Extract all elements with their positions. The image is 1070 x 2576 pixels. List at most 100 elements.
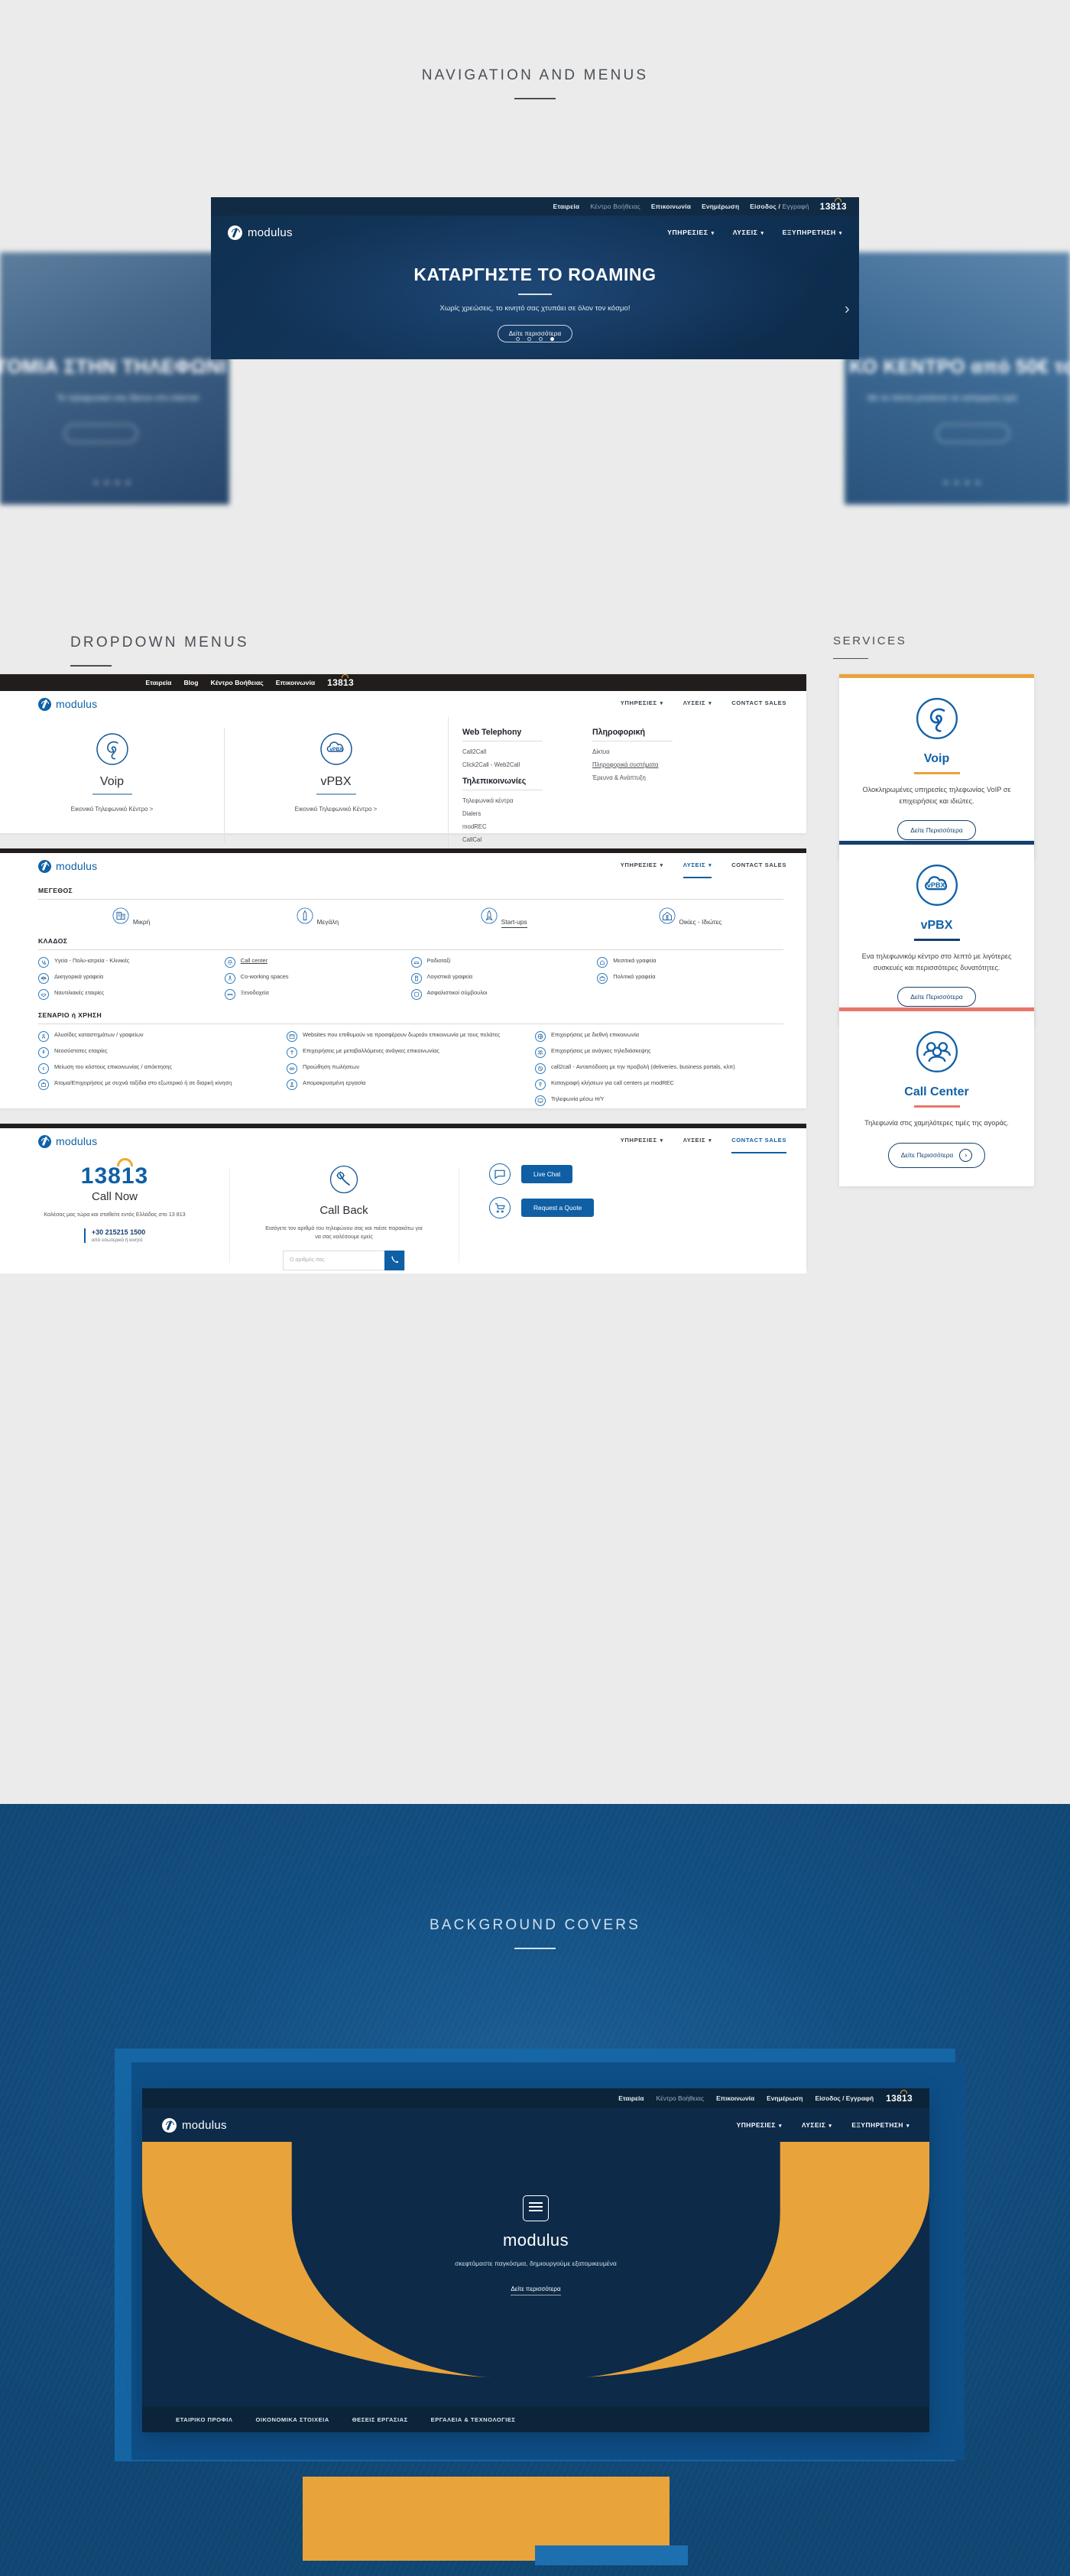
scenario-item[interactable]: € Μείωση του κόστους επικοινωνίας / απόκτ… (38, 1063, 277, 1074)
topbar-phone-number[interactable]: 13813 (886, 2090, 913, 2104)
topbar-link-company[interactable]: Εταιρεία (145, 679, 171, 686)
carousel-dots[interactable] (211, 337, 859, 341)
topbar-link-blog[interactable]: Blog (183, 679, 198, 686)
sector-item[interactable]: Μεσιτικά γραφεία (597, 957, 774, 968)
nav-item-services[interactable]: ΥΠΗΡΕΣΙΕΣ ▾ (621, 861, 663, 871)
footer-link-careers[interactable]: ΘΕΣΕΙΣ ΕΡΓΑΣΙΑΣ (352, 2416, 408, 2423)
service-card-vpbx[interactable]: vPBX vPBX Ενα τηλεφωνικόμ κέντρο στο λεπ… (839, 841, 1034, 1026)
logo[interactable]: modulus (228, 225, 293, 240)
slide-cta-button[interactable] (936, 424, 1010, 443)
topbar-link-help-center[interactable]: Κέντρο Βοήθειας (211, 679, 264, 686)
logo[interactable]: modulus (162, 2117, 227, 2133)
dropdown-card-voip[interactable]: Voip Εικονικό Τηλεφωνικό Κέντρο > (0, 717, 224, 850)
call-back-form[interactable]: Ο αριθμός σας (283, 1250, 405, 1270)
footer-link-financials[interactable]: ΟΙΚΟΝΟΜΙΚΑ ΣΤΟΙΧΕΙΑ (255, 2416, 329, 2423)
dropdown-link[interactable]: modREC (462, 823, 592, 830)
card-cta-button[interactable]: Δείτε Περισσότερα › (887, 1142, 986, 1168)
dropdown-link[interactable]: Δίκτυα (592, 748, 722, 755)
topbar-phone-number[interactable]: 13813 (820, 198, 847, 212)
scenario-item[interactable]: Προώθηση πωλήσεων (287, 1063, 526, 1074)
carousel-dots[interactable] (944, 481, 980, 485)
nav-item-services[interactable]: ΥΠΗΡΕΣΙΕΣ ▾ (667, 229, 715, 236)
nav-item-solutions[interactable]: ΛΥΣΕΙΣ ▾ (802, 2121, 832, 2129)
topbar-link-contact[interactable]: Επικοινωνία (716, 2094, 754, 2102)
scenario-item[interactable]: Καταγραφή κλήσεων για call centers με mo… (535, 1079, 774, 1090)
sector-item[interactable]: Ξενοδοχεία (224, 989, 402, 1000)
size-option-home[interactable]: Οικίες - Ιδιώτες (597, 907, 783, 928)
carousel-dot-active[interactable] (550, 337, 554, 341)
topbar-link-news[interactable]: Ενημέρωση (702, 203, 739, 210)
dropdown-link[interactable]: CallCal (462, 836, 592, 843)
nav-item-services[interactable]: ΥΠΗΡΕΣΙΕΣ ▾ (621, 699, 663, 709)
footer-link-tools[interactable]: ΕΡΓΑΛΕΙΑ & ΤΕΧΝΟΛΟΓΙΕΣ (431, 2416, 516, 2423)
dropdown-link[interactable]: Τηλεφωνικά κέντρα (462, 797, 592, 804)
scenario-item[interactable]: call2call - Αντaπόδοση με την προβολή (d… (535, 1063, 774, 1074)
dropdown-link[interactable]: Click2Call - Web2Call (462, 761, 592, 768)
topbar-link-login-register[interactable]: Είσοδος / Εγγραφή (815, 2094, 874, 2102)
topbar-link-news[interactable]: Ενημέρωση (767, 2094, 802, 2102)
call-now-phone[interactable]: 13813 (81, 1158, 148, 1189)
live-chat-action[interactable]: Live Chat (489, 1163, 806, 1185)
nav-item-solutions[interactable]: ΛΥΣΕΙΣ ▾ (683, 699, 712, 709)
dropdown-card-vpbx[interactable]: vPBX vPBX Εικονικό Τηλεφωνικό Κέντρο > (224, 717, 448, 850)
carousel-slide-next[interactable]: ΚΟ ΚΕΝΤΡΟ από 50€ το χρόνο Με τα πάντα μ… (845, 252, 1070, 504)
scenario-item[interactable]: Απομακρυσμένη εργασία (287, 1079, 526, 1090)
topbar-link-login-register[interactable]: Είσοδος / Εγγραφή (750, 203, 809, 210)
scenario-item[interactable]: Τηλεφωνία μέσω H/Y (535, 1095, 774, 1106)
carousel-dots[interactable] (94, 481, 130, 485)
nav-item-solutions[interactable]: ΛΥΣΕΙΣ ▾ (733, 229, 764, 236)
nav-item-contact-sales-active[interactable]: CONTACT SALES (731, 1137, 786, 1153)
sector-item[interactable]: Υγεία - Πολυ-ιατρεία - Κλινικές (38, 957, 216, 968)
sector-item[interactable]: Ασφαλιστικοί σύμβουλοι (410, 989, 588, 1000)
scenario-item[interactable]: Websites που επιθυμούν να προσφέρουν δωρ… (287, 1031, 526, 1042)
nav-item-solutions[interactable]: ΛΥΣΕΙΣ ▾ (683, 1137, 712, 1146)
nav-item-contact-sales[interactable]: CONTACT SALES (731, 861, 786, 871)
service-card-voip[interactable]: Voip Ολοκληρωμένες υπηρεσίες τηλεφωνίας … (839, 674, 1034, 859)
logo[interactable]: modulus (38, 1134, 97, 1148)
dropdown-link[interactable]: Dialers (462, 810, 592, 817)
nav-item-services[interactable]: ΥΠΗΡΕΣΙΕΣ ▾ (737, 2121, 782, 2129)
request-quote-action[interactable]: Request a Quote (489, 1197, 806, 1218)
call-now-alt-number[interactable]: +30 215215 1500 από εσωτερικό ή κινητό (83, 1228, 145, 1243)
nav-item-contact-sales[interactable]: CONTACT SALES (731, 699, 786, 709)
nav-item-solutions-active[interactable]: ΛΥΣΕΙΣ ▾ (683, 861, 712, 878)
carousel-dot[interactable] (527, 337, 531, 341)
phone-input[interactable]: Ο αριθμός σας (284, 1257, 384, 1263)
scenario-item[interactable]: Επιχειρήσεις με ανάγκες τηλεδιάσκεψης (535, 1047, 774, 1058)
card-cta-button[interactable]: Δείτε Περισσότερα (897, 820, 976, 841)
logo[interactable]: modulus (38, 697, 97, 711)
scenario-item[interactable]: Αλυσίδες καταστημάτων / γραφείων (38, 1031, 277, 1042)
nav-item-support[interactable]: ΕΞΥΠΗΡΕΤΗΣΗ ▾ (851, 2121, 909, 2129)
nav-item-services[interactable]: ΥΠΗΡΕΣΙΕΣ ▾ (621, 1137, 663, 1146)
topbar-phone-number[interactable]: 13813 (327, 674, 354, 688)
nav-item-support[interactable]: ΕΞΥΠΗΡΕΤΗΣΗ ▾ (783, 229, 842, 236)
dropdown-link[interactable]: Call2Call (462, 748, 592, 755)
scenario-item[interactable]: Επιχειρήσεις με μεταβαλλόμενες ανάγκες ε… (287, 1047, 526, 1058)
sector-item[interactable]: Δικηγορικά γραφεία (38, 973, 216, 984)
logo[interactable]: modulus (38, 859, 97, 873)
live-chat-button[interactable]: Live Chat (521, 1165, 573, 1183)
scenario-item[interactable]: Νεοσύστατες εταιρίες (38, 1047, 277, 1058)
card-cta-button[interactable]: Δείτε Περισσότερα (897, 987, 976, 1007)
carousel-dot[interactable] (516, 337, 520, 341)
topbar-link-company[interactable]: Εταιρεία (618, 2094, 644, 2102)
carousel-next-arrow-icon[interactable]: › (845, 301, 850, 319)
request-quote-button[interactable]: Request a Quote (521, 1199, 595, 1217)
sector-item[interactable]: Co-working spaces (224, 973, 402, 984)
slide-cta-button[interactable] (64, 424, 138, 443)
scenario-item[interactable]: Άτομα/Επιχειρήσεις με συχνά ταξίδια στο … (38, 1079, 277, 1090)
topbar-link-company[interactable]: Εταιρεία (553, 203, 579, 210)
footer-link-profile[interactable]: ΕΤΑΙΡΙΚΟ ΠΡΟΦΙΛ (176, 2416, 232, 2423)
cover-cta-button[interactable]: Δείτε περισσότερα (511, 2286, 561, 2295)
carousel-dot[interactable] (539, 337, 543, 341)
call-back-submit-button[interactable] (384, 1250, 404, 1270)
topbar-link-help-center[interactable]: Κέντρο Βοήθειας (656, 2094, 704, 2102)
size-option-large[interactable]: Μεγάλη (225, 907, 411, 928)
card-subtitle[interactable]: Εικονικό Τηλεφωνικό Κέντρο > (0, 806, 224, 813)
dropdown-link-active[interactable]: Πληροφορικά συστήματα (592, 761, 722, 768)
card-subtitle[interactable]: Εικονικό Τηλεφωνικό Κέντρο > (224, 806, 448, 813)
sector-item[interactable]: Call center (224, 957, 402, 968)
topbar-link-contact[interactable]: Επικοινωνία (276, 679, 315, 686)
sector-item[interactable]: Ραδιοταξί (410, 957, 588, 968)
scenario-item[interactable]: Επιχειρήσεις με διεθνή επικοινωνία (535, 1031, 774, 1042)
